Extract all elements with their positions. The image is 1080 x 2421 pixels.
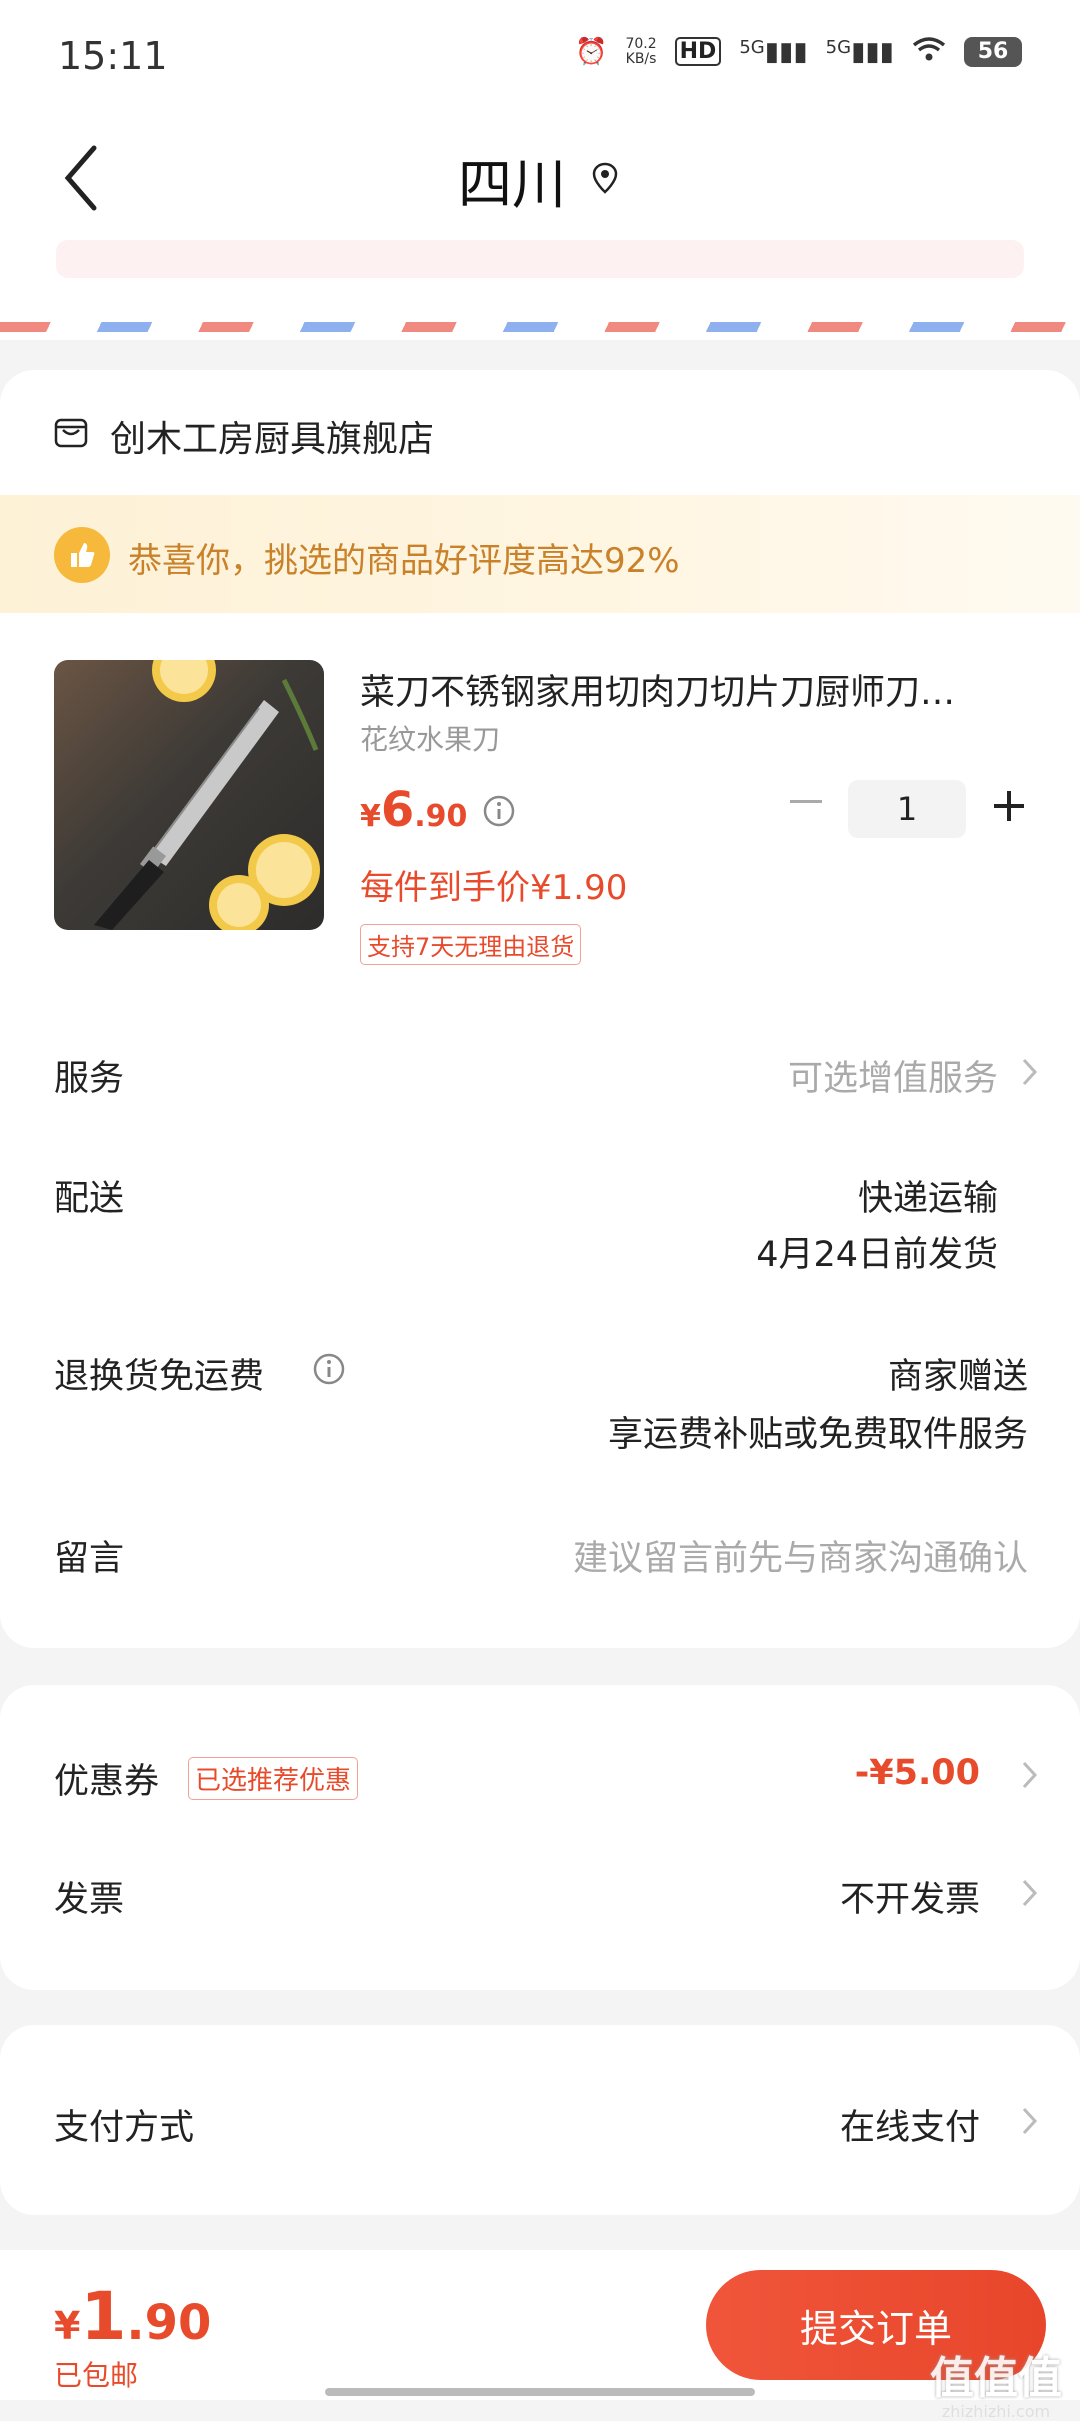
location-pin-icon bbox=[588, 161, 622, 199]
chevron-right-icon[interactable] bbox=[1020, 1054, 1040, 1090]
coupon-value[interactable]: -¥5.00 bbox=[855, 1753, 980, 1793]
network-speed: 70.2 KB/s bbox=[625, 35, 657, 67]
wifi-icon bbox=[912, 36, 946, 67]
invoice-value[interactable]: 不开发票 bbox=[840, 1871, 980, 1922]
message-label: 留言 bbox=[54, 1539, 125, 1579]
address-bar[interactable] bbox=[56, 240, 1024, 278]
watermark: 值值值 zhizhizhi.com bbox=[930, 2353, 1062, 2421]
shop-icon bbox=[52, 415, 90, 457]
title-wrap[interactable]: 四川 bbox=[0, 140, 1080, 219]
rating-text: 恭喜你，挑选的商品好评度高达92% bbox=[128, 541, 680, 581]
payment-card: 支付方式 在线支付 bbox=[0, 2025, 1080, 2215]
product-spec: 花纹水果刀 bbox=[360, 723, 501, 756]
chevron-right-icon[interactable] bbox=[1020, 1875, 1040, 1911]
service-value[interactable]: 可选增值服务 bbox=[788, 1050, 998, 1101]
alarm-icon: ⏰ bbox=[575, 36, 608, 67]
free-shipping-note: 已包邮 bbox=[54, 2359, 139, 2392]
delivery-method: 快递运输 bbox=[857, 1179, 998, 1219]
coupon-tag: 已选推荐优惠 bbox=[188, 1757, 359, 1800]
total-price: ¥ 1 .90 bbox=[54, 2278, 212, 2355]
page-title: 四川 bbox=[458, 153, 566, 216]
payment-value[interactable]: 在线支付 bbox=[840, 2099, 980, 2150]
chevron-right-icon[interactable] bbox=[1020, 1757, 1040, 1793]
unit-price: 每件到手价¥1.90 bbox=[360, 868, 628, 908]
delivery-label: 配送 bbox=[54, 1179, 125, 1219]
order-card: 创木工房厨具旗舰店 恭喜你，挑选的商品好评度高达92% 菜刀不锈钢家用切肉刀切片… bbox=[0, 370, 1080, 1648]
chevron-right-icon[interactable] bbox=[1020, 2103, 1040, 2139]
return-shipping-label: 退换货免运费 bbox=[54, 1357, 265, 1397]
return-shipping-value: 商家赠送 bbox=[887, 1357, 1028, 1397]
product-price: ¥ 6 .90 bbox=[360, 782, 468, 838]
status-icons: ⏰ 70.2 KB/s HD 5G▮▮▮ 5G▮▮▮ 56 bbox=[575, 36, 1022, 67]
shop-row[interactable]: 创木工房厨具旗舰店 bbox=[52, 410, 434, 462]
quantity-plus-button[interactable] bbox=[990, 787, 1028, 825]
rating-banner: 恭喜你，挑选的商品好评度高达92% bbox=[0, 495, 1080, 613]
return-info-icon[interactable] bbox=[312, 1352, 346, 1386]
plus-icon bbox=[994, 791, 1024, 821]
hd-voice-icon: HD bbox=[674, 37, 722, 66]
return-shipping-sub: 享运费补贴或免费取件服务 bbox=[607, 1415, 1028, 1455]
shop-name: 创木工房厨具旗舰店 bbox=[110, 419, 435, 460]
quantity-minus-button[interactable] bbox=[790, 800, 822, 803]
header: 四川 bbox=[0, 110, 1080, 340]
signal-icon-2: 5G▮▮▮ bbox=[825, 36, 894, 67]
payment-label: 支付方式 bbox=[54, 2108, 195, 2148]
discount-card: 优惠券 已选推荐优惠 -¥5.00 发票 不开发票 bbox=[0, 1685, 1080, 1990]
status-bar: 15:11 ⏰ 70.2 KB/s HD 5G▮▮▮ 5G▮▮▮ 56 bbox=[0, 0, 1080, 110]
delivery-date: 4月24日前发货 bbox=[756, 1235, 998, 1275]
airmail-border bbox=[0, 322, 1080, 332]
home-indicator[interactable] bbox=[325, 2388, 755, 2396]
return-policy-tag: 支持7天无理由退货 bbox=[360, 924, 582, 965]
message-input[interactable]: 建议留言前先与商家沟通确认 bbox=[573, 1530, 1028, 1581]
thumbs-up-icon bbox=[54, 527, 110, 583]
signal-icon-1: 5G▮▮▮ bbox=[739, 36, 808, 67]
coupon-label: 优惠券 bbox=[54, 1762, 160, 1802]
status-time: 15:11 bbox=[58, 34, 168, 78]
checkout-bar: ¥ 1 .90 已包邮 提交订单 bbox=[0, 2250, 1080, 2400]
product-title[interactable]: 菜刀不锈钢家用切肉刀切片刀厨师刀… bbox=[360, 664, 1030, 715]
battery-icon: 56 bbox=[964, 36, 1022, 67]
invoice-label: 发票 bbox=[54, 1880, 125, 1920]
quantity-input[interactable]: 1 bbox=[848, 780, 966, 838]
product-image[interactable] bbox=[54, 660, 324, 930]
service-label: 服务 bbox=[54, 1059, 125, 1099]
price-info-icon[interactable] bbox=[482, 794, 516, 828]
